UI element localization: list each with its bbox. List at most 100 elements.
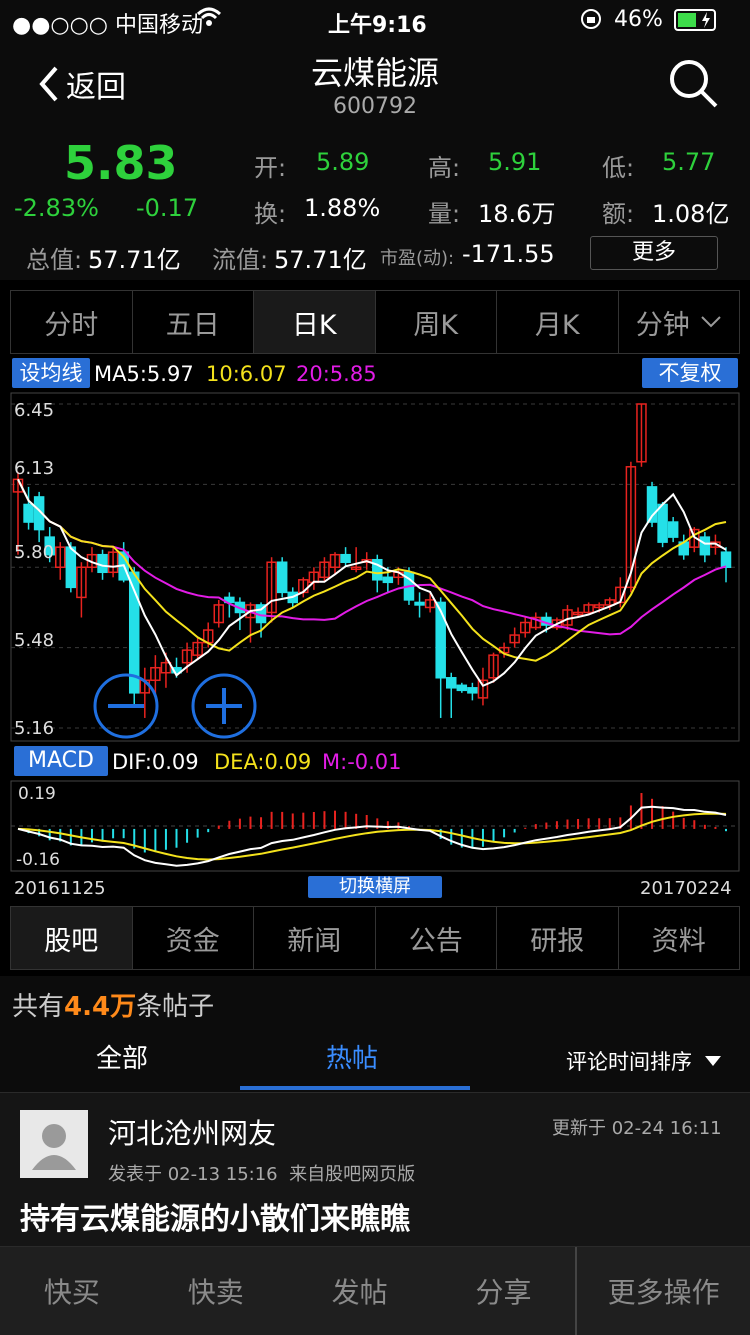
price-tick-bottom: 5.16 [14, 718, 54, 739]
tab-research[interactable]: 研报 [497, 907, 619, 969]
search-icon [670, 60, 718, 108]
quick-sell-button[interactable]: 快卖 [144, 1247, 288, 1335]
date-start: 20161125 [14, 878, 106, 899]
candle-body [667, 521, 679, 538]
tab-hot-posts[interactable]: 热帖 [326, 1038, 378, 1075]
mcap-value: 57.71亿 [88, 246, 181, 274]
low-label: 低: [602, 154, 635, 182]
amount-label: 额: [602, 200, 635, 228]
tab-monthly-k[interactable]: 月K [497, 291, 619, 353]
zoom-in-button[interactable] [191, 673, 257, 739]
nav-bar: 返回 云煤能源 600792 [0, 40, 750, 132]
dea-label: DEA:0.09 [214, 750, 312, 774]
open-label: 开: [254, 154, 287, 182]
caret-down-icon [705, 1056, 721, 1066]
post-count-value: 4.4万 [64, 992, 137, 1022]
candle-body [382, 576, 394, 584]
landscape-button[interactable]: 切换横屏 [308, 876, 442, 898]
tab-daily-k[interactable]: 日K [254, 291, 376, 353]
tab-minute-label: 分钟 [635, 309, 690, 341]
clock: 上午9:16 [328, 13, 427, 38]
sort-label: 评论时间排序 [566, 1050, 692, 1074]
tab-guba[interactable]: 股吧 [11, 907, 133, 969]
wifi-icon [196, 6, 222, 34]
battery-percent: 46% [614, 7, 663, 32]
hot-tab-underline [240, 1086, 470, 1090]
pe-value: -171.55 [462, 240, 555, 268]
volume-label: 量: [428, 200, 461, 228]
candle-body [97, 553, 108, 574]
candle-body [23, 503, 34, 523]
avatar[interactable] [20, 1110, 88, 1178]
price-tick-top: 6.45 [14, 400, 54, 421]
post-count-suffix: 条帖子 [136, 992, 215, 1022]
candle-body [65, 546, 77, 589]
mcap-label: 总值: [26, 246, 83, 274]
high-value: 5.91 [488, 148, 542, 176]
tab-weekly-k[interactable]: 周K [376, 291, 497, 353]
candle-body [467, 687, 478, 694]
sort-dropdown[interactable]: 评论时间排序 [566, 1046, 722, 1076]
quote-panel: 5.83 -2.83% -0.17 开: 5.89 高: 5.91 低: 5.7… [0, 132, 750, 280]
tab-minute[interactable]: 分钟 [619, 291, 740, 353]
user-icon [32, 1124, 76, 1170]
change-pct: -2.83% [14, 194, 99, 222]
volume-value: 18.6万 [478, 200, 556, 228]
new-post-button[interactable]: 发帖 [288, 1247, 432, 1335]
tab-profile[interactable]: 资料 [619, 907, 740, 969]
tab-funds[interactable]: 资金 [133, 907, 254, 969]
quick-buy-button[interactable]: 快买 [0, 1247, 144, 1335]
page-title: 云煤能源 [310, 54, 439, 92]
tab-announcements[interactable]: 公告 [376, 907, 497, 969]
price-tick-4: 5.48 [14, 630, 54, 651]
last-price: 5.83 [64, 136, 178, 190]
candle-body [414, 601, 425, 606]
macd-chart[interactable]: 0.19 -0.16 [10, 780, 740, 872]
adjust-button[interactable]: 不复权 [642, 358, 738, 388]
status-bar: ●●○○○ 中国移动 上午9:16 46% [0, 0, 750, 40]
float-value: 57.71亿 [274, 246, 367, 274]
candle-body [435, 601, 446, 679]
ma5-label: MA5:5.97 [94, 362, 194, 386]
ma10-label: 10:6.07 [206, 362, 287, 386]
post-title[interactable]: 持有云煤能源的小散们来瞧瞧 [20, 1194, 410, 1238]
plus-icon [206, 688, 242, 724]
set-ma-button[interactable]: 设均线 [12, 358, 90, 388]
macd-tick-top: 0.19 [18, 784, 56, 804]
rotation-lock-icon [580, 8, 602, 36]
search-button[interactable] [668, 58, 720, 114]
share-button[interactable]: 分享 [432, 1247, 576, 1335]
candle-body [446, 677, 457, 689]
macd-button[interactable]: MACD [14, 746, 108, 776]
float-label: 流值: [212, 246, 269, 274]
post-author[interactable]: 河北沧州网友 [108, 1112, 276, 1152]
date-end: 20170224 [640, 878, 732, 899]
info-tabs: 股吧 资金 新闻 公告 研报 资料 [10, 906, 740, 970]
price-tick-3: 5.80 [14, 542, 54, 563]
tab-five-day[interactable]: 五日 [133, 291, 254, 353]
tab-all-posts[interactable]: 全部 [96, 1038, 148, 1075]
chart-tabs: 分时 五日 日K 周K 月K 分钟 [10, 290, 740, 354]
macd-tick-bottom: -0.16 [16, 850, 60, 870]
candle-body [276, 561, 288, 594]
turnover-label: 换: [254, 200, 287, 228]
candle-body [340, 553, 351, 563]
amount-value: 1.08亿 [652, 200, 730, 228]
high-label: 高: [428, 154, 461, 182]
price-tick-2: 6.13 [14, 458, 54, 479]
post-meta: 发表于 02-13 15:16 来自股吧网页版 [108, 1164, 416, 1185]
more-actions-button[interactable]: 更多操作 [575, 1247, 750, 1335]
more-button[interactable]: 更多 [590, 236, 718, 270]
dif-label: DIF:0.09 [112, 750, 199, 774]
battery-icon [674, 9, 720, 37]
tab-timeshare[interactable]: 分时 [11, 291, 133, 353]
candle-body [456, 684, 468, 692]
tab-news[interactable]: 新闻 [254, 907, 376, 969]
change-abs: -0.17 [136, 194, 199, 222]
stock-code: 600792 [333, 94, 417, 119]
carrier: ●●○○○ 中国移动 [12, 13, 203, 38]
candle-body [699, 536, 711, 556]
candle-body [720, 551, 732, 569]
bottom-action-bar: 快买 快卖 发帖 分享 更多操作 [0, 1246, 750, 1335]
kline-chart[interactable]: 6.45 6.13 5.80 5.48 5.16 [10, 392, 740, 742]
